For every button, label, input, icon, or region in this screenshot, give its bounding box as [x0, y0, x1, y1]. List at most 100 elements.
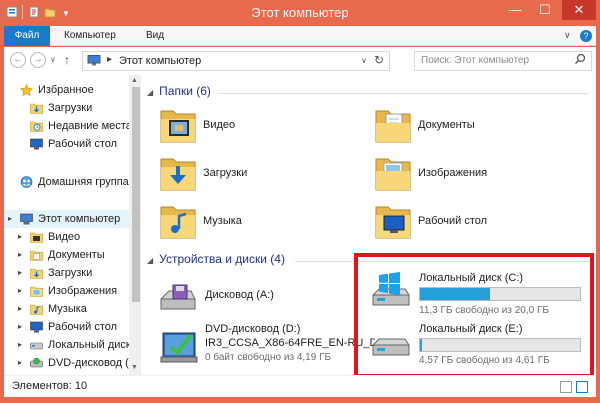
- breadcrumb-separator[interactable]: ▸: [107, 54, 112, 65]
- nav-recent-places[interactable]: Недавние места: [4, 117, 129, 135]
- nav-label: Загрузки: [48, 267, 93, 279]
- downloads-folder-icon: [30, 268, 43, 279]
- device-name: Дисковод (A:): [205, 289, 274, 301]
- pictures-folder-icon: [30, 286, 43, 297]
- nav-label: Этот компьютер: [38, 213, 121, 225]
- item-count: Элементов: 10: [12, 380, 88, 392]
- nav-favorites[interactable]: Избранное: [4, 81, 129, 99]
- videos-folder-icon: [160, 110, 196, 143]
- ribbon-tabs: Файл Компьютер Вид ∨ ?: [4, 26, 596, 46]
- expand-arrow-icon[interactable]: ▸: [18, 300, 22, 318]
- expand-arrow-icon[interactable]: ▸: [18, 264, 22, 282]
- expand-arrow-icon[interactable]: ▸: [8, 210, 12, 228]
- help-icon[interactable]: ?: [580, 30, 592, 42]
- close-button[interactable]: ✕: [562, 0, 596, 20]
- up-button[interactable]: ↑: [64, 53, 70, 67]
- nav-label: Рабочий стол: [48, 138, 118, 150]
- search-input[interactable]: Поиск: Этот компьютер: [414, 51, 592, 71]
- nav-pictures[interactable]: ▸ Изображения: [4, 282, 129, 300]
- forward-button[interactable]: →: [30, 52, 46, 68]
- nav-label: DVD-дисковод (D: [48, 357, 129, 369]
- documents-folder-icon: [30, 250, 43, 261]
- expand-arrow-icon[interactable]: ▸: [18, 282, 22, 300]
- device-dvd-d[interactable]: DVD-дисковод (D:) IR3_CCSA_X86-64FRE_EN-…: [157, 321, 377, 373]
- nav-desktop[interactable]: ▸ Рабочий стол: [4, 318, 129, 336]
- folder-downloads[interactable]: Загрузки: [159, 153, 369, 197]
- address-bar[interactable]: ▸ Этот компьютер ∨ ↻: [82, 51, 390, 71]
- folder-desktop[interactable]: Рабочий стол: [374, 201, 584, 245]
- highlight-box: [354, 253, 594, 378]
- scroll-up-arrow-icon[interactable]: ▲: [131, 77, 138, 84]
- device-free-space: 0 байт свободно из 4,19 ГБ: [205, 352, 332, 363]
- scroll-down-arrow-icon[interactable]: ▼: [131, 364, 138, 371]
- group-divider: [217, 93, 589, 94]
- folder-label: Загрузки: [203, 167, 248, 179]
- nav-label: Недавние места: [48, 120, 129, 132]
- folder-label: Музыка: [203, 215, 242, 227]
- expand-arrow-icon[interactable]: ▸: [18, 246, 22, 264]
- nav-downloads-favorite[interactable]: Загрузки: [4, 99, 129, 117]
- collapse-arrow-icon[interactable]: ◢: [147, 88, 153, 97]
- nav-downloads[interactable]: ▸ Загрузки: [4, 264, 129, 282]
- details-view-icon[interactable]: [560, 381, 572, 393]
- nav-scrollbar-thumb[interactable]: [132, 87, 140, 302]
- documents-folder-icon: [375, 110, 411, 143]
- folder-label: Изображения: [418, 167, 488, 179]
- nav-videos[interactable]: ▸ Видео: [4, 228, 129, 246]
- recent-locations-icon[interactable]: ∨: [50, 55, 56, 64]
- nav-dvd-drive[interactable]: ▸ DVD-дисковод (D: [4, 354, 129, 372]
- collapse-arrow-icon[interactable]: ◢: [147, 256, 153, 265]
- star-icon: [20, 84, 33, 96]
- nav-label: Домашняя группа: [38, 176, 129, 188]
- expand-arrow-icon[interactable]: ▸: [18, 354, 22, 372]
- nav-documents[interactable]: ▸ Документы: [4, 246, 129, 264]
- nav-local-disk[interactable]: ▸ Локальный диск: [4, 336, 129, 354]
- computer-icon: [87, 55, 101, 66]
- expand-arrow-icon[interactable]: ▸: [18, 336, 22, 354]
- device-floppy[interactable]: Дисковод (A:): [157, 275, 357, 327]
- tab-view[interactable]: Вид: [138, 26, 172, 46]
- expand-arrow-icon[interactable]: ▸: [18, 318, 22, 336]
- folder-music[interactable]: Музыка: [159, 201, 369, 245]
- local-disk-icon: [30, 342, 43, 350]
- status-bar: Элементов: 10: [4, 375, 596, 397]
- search-placeholder: Поиск: Этот компьютер: [421, 55, 530, 66]
- nav-desktop-favorite[interactable]: Рабочий стол: [4, 135, 129, 153]
- folder-label: Документы: [418, 119, 475, 131]
- desktop-icon: [30, 321, 43, 333]
- device-name: DVD-дисковод (D:): [205, 323, 301, 335]
- dvd-drive-icon: [160, 332, 198, 363]
- computer-icon: [20, 213, 33, 225]
- minimize-button[interactable]: —: [500, 0, 530, 20]
- nav-label: Документы: [48, 249, 105, 261]
- folder-videos[interactable]: Видео: [159, 105, 369, 149]
- address-dropdown-icon[interactable]: ∨: [361, 56, 367, 65]
- navigation-pane: Избранное Загрузки Недавние места Рабочи…: [4, 75, 141, 375]
- nav-music[interactable]: ▸ Музыка: [4, 300, 129, 318]
- address-row: ← → ∨ ↑ ▸ Этот компьютер ∨ ↻ Поиск: Этот…: [4, 47, 596, 75]
- content-pane: ◢ Папки (6) Видео Документы Загрузки Изоб…: [141, 75, 596, 378]
- refresh-icon[interactable]: ↻: [374, 53, 384, 67]
- breadcrumb-current[interactable]: Этот компьютер: [119, 55, 201, 67]
- devices-group-header[interactable]: ◢ Устройства и диски (4): [147, 252, 285, 268]
- nav-this-pc[interactable]: ▸ Этот компьютер: [4, 210, 129, 228]
- maximize-button[interactable]: ☐: [530, 0, 560, 20]
- nav-homegroup[interactable]: Домашняя группа: [4, 173, 129, 191]
- nav-label: Локальный диск: [48, 339, 129, 351]
- expand-arrow-icon[interactable]: ▸: [18, 228, 22, 246]
- back-button[interactable]: ←: [10, 52, 26, 68]
- music-folder-icon: [160, 206, 196, 239]
- folders-group-header[interactable]: ◢ Папки (6): [147, 84, 211, 100]
- folder-pictures[interactable]: Изображения: [374, 153, 584, 197]
- large-icons-view-icon[interactable]: [576, 381, 588, 393]
- tab-computer[interactable]: Компьютер: [56, 26, 124, 46]
- tab-file[interactable]: Файл: [4, 26, 50, 46]
- folder-label: Видео: [203, 119, 236, 131]
- desktop-folder-icon: [375, 206, 411, 239]
- folders-group-title: Папки (6): [159, 84, 211, 98]
- device-volume-label: IR3_CCSA_X86-64FRE_EN-RU_DV5: [205, 337, 375, 349]
- folder-documents[interactable]: Документы: [374, 105, 584, 149]
- expand-ribbon-icon[interactable]: ∨: [564, 30, 571, 41]
- devices-group-title: Устройства и диски (4): [159, 252, 285, 266]
- downloads-folder-icon: [30, 103, 43, 114]
